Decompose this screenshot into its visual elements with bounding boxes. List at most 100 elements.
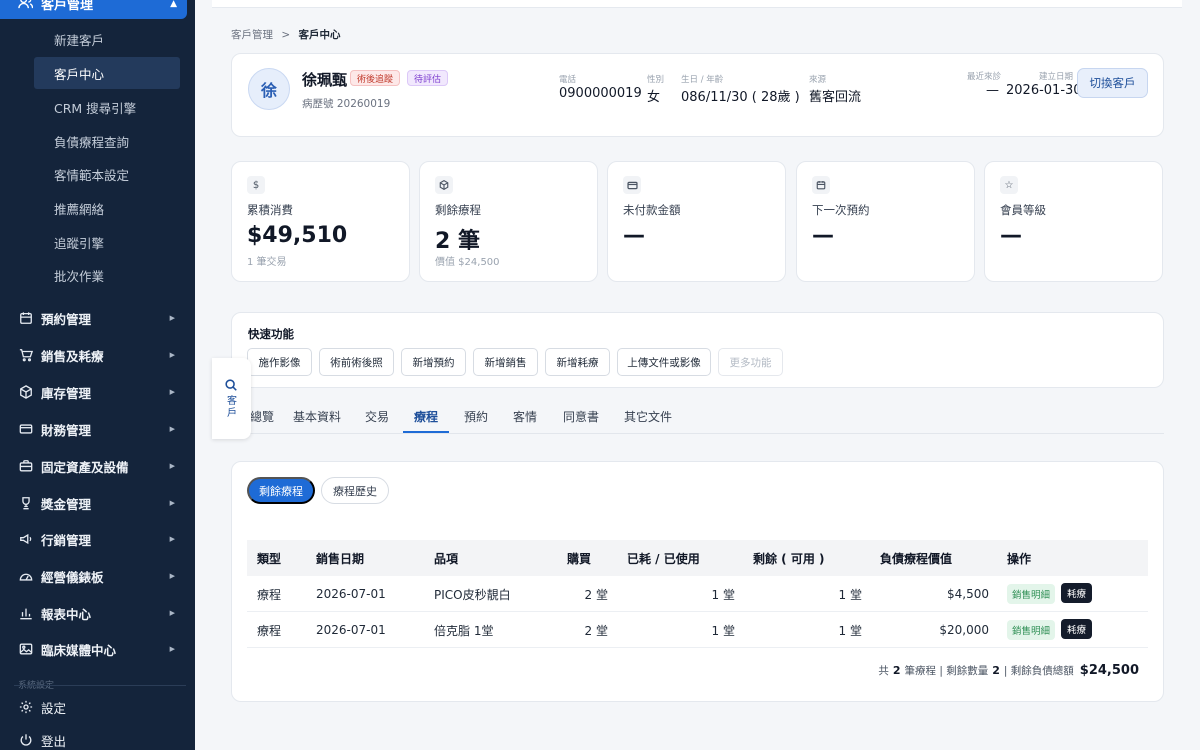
quick-functions-card: 快速功能 施作影像 術前術後照 新增預約 新增銷售 新增耗療 上傳文件或影像 更… (231, 312, 1164, 388)
cell-used: 1 堂 (711, 587, 735, 602)
image-icon (18, 642, 33, 657)
table-footer-summary: 共 2 筆療程 | 剩餘數量 2 | 剩餘負債總額 $24,500 (878, 663, 1139, 678)
consume-button[interactable]: 耗療 (1061, 583, 1093, 603)
power-icon (18, 733, 33, 748)
column-header: 負債療程價值 (880, 551, 953, 566)
cell-remaining: 1 堂 (838, 587, 862, 602)
tab-treatments[interactable]: 療程 (414, 408, 438, 425)
sidebar-group-label: 獎金管理 (41, 496, 92, 512)
trophy-icon (18, 496, 33, 511)
cell-item: PICO皮秒靚白 (434, 587, 511, 602)
sidebar-item-settings[interactable]: 設定 (0, 692, 195, 722)
bar-chart-icon (18, 606, 33, 621)
stat-label: 下一次預約 (812, 203, 870, 217)
sidebar-group-inventory[interactable]: 庫存管理 ▶ (0, 377, 195, 407)
breadcrumb-current: 客戶中心 (298, 29, 341, 41)
tab-basic-info[interactable]: 基本資料 (293, 408, 341, 425)
sidebar-group-customer[interactable]: 客戶管理 ▲ (0, 0, 187, 19)
sidebar-group-appointments[interactable]: 預約管理 ▶ (0, 303, 195, 333)
chevron-right-icon: ▶ (169, 499, 175, 507)
sidebar-item-label: 登出 (41, 733, 67, 749)
sidebar-group-label: 行銷管理 (41, 532, 92, 548)
tab-appointments[interactable]: 預約 (464, 408, 488, 425)
tab-bar: 總覽 基本資料 交易 療程 預約 客情 同意書 其它文件 (232, 400, 1164, 434)
sidebar-item-debt-query[interactable]: 負債療程查詢 (34, 125, 180, 157)
sidebar-group-dashboard[interactable]: 經營儀錶板 ▶ (0, 561, 195, 591)
subtab-remaining[interactable]: 剩餘療程 (247, 477, 315, 504)
sidebar-group-bonus[interactable]: 獎金管理 ▶ (0, 488, 195, 518)
consume-button[interactable]: 耗療 (1061, 619, 1093, 639)
stat-value: $49,510 (247, 223, 348, 248)
sidebar-item-customer-center[interactable]: 客戶中心 (34, 57, 180, 89)
quick-functions-title: 快速功能 (248, 327, 294, 341)
cell-value: $20,000 (939, 623, 989, 637)
sidebar-group-label: 預約管理 (41, 311, 92, 327)
footer-count: 2 (892, 664, 901, 677)
sidebar-group-label: 庫存管理 (41, 385, 92, 401)
treatments-card: 剩餘療程 療程歷史 類型 銷售日期 品項 購買 已耗 / 已使用 剩餘 ( 可用… (231, 461, 1164, 702)
tab-customer-relations[interactable]: 客情 (513, 408, 537, 425)
tab-overview[interactable]: 總覽 (250, 408, 274, 425)
sidebar-group-marketing[interactable]: 行銷管理 ▶ (0, 524, 195, 554)
cart-icon (18, 348, 33, 363)
cell-date: 2026-07-01 (316, 587, 386, 601)
sidebar-item-logout[interactable]: 登出 (0, 725, 195, 750)
sidebar-item-referral-network[interactable]: 推薦網絡 (34, 192, 180, 224)
chevron-right-icon: ▶ (169, 425, 175, 433)
tab-consent[interactable]: 同意書 (563, 408, 599, 425)
cell-type: 療程 (257, 623, 282, 638)
subtab-history[interactable]: 療程歷史 (321, 477, 389, 504)
sidebar-group-label: 客戶管理 (41, 0, 94, 13)
sidebar-item-batch-jobs[interactable]: 批次作業 (34, 259, 180, 291)
sidebar-group-reports[interactable]: 報表中心 ▶ (0, 598, 195, 628)
sidebar-item-crm-search[interactable]: CRM 搜尋引擎 (34, 91, 180, 123)
new-consumption-button[interactable]: 新增耗療 (545, 348, 610, 376)
gender-value: 女 (647, 90, 661, 105)
column-header: 類型 (257, 551, 282, 566)
column-header: 剩餘 ( 可用 ) (753, 551, 825, 566)
source-value: 舊客回流 (809, 90, 862, 105)
sales-detail-button[interactable]: 銷售明細 (1007, 584, 1056, 604)
column-header: 操作 (1007, 551, 1032, 566)
upload-document-button[interactable]: 上傳文件或影像 (617, 348, 711, 376)
sidebar-item-template-settings[interactable]: 客情範本設定 (34, 158, 180, 190)
chevron-right-icon: ▶ (169, 645, 175, 653)
sidebar-item-new-customer[interactable]: 新建客戶 (34, 23, 180, 55)
new-appointment-button[interactable]: 新增預約 (401, 348, 466, 376)
calendar-icon (812, 176, 830, 194)
gear-icon (18, 700, 33, 715)
tab-transactions[interactable]: 交易 (365, 408, 389, 425)
tab-other-documents[interactable]: 其它文件 (624, 408, 672, 425)
stat-sub: 1 筆交易 (247, 257, 287, 268)
breadcrumb: 客戶管理 > 客戶中心 (231, 27, 341, 42)
customer-search-floater[interactable]: 客戶 (212, 358, 251, 439)
switch-customer-button[interactable]: 切換客戶 (1077, 68, 1148, 98)
status-badge-followup: 術後追蹤 (350, 70, 401, 86)
sidebar-group-label: 銷售及耗療 (41, 348, 104, 364)
sales-detail-button[interactable]: 銷售明細 (1007, 620, 1056, 640)
sidebar-group-media[interactable]: 臨床媒體中心 ▶ (0, 634, 195, 664)
new-sale-button[interactable]: 新增銷售 (473, 348, 538, 376)
last-visit-label: 最近來診 (967, 72, 1002, 82)
chevron-right-icon: ▶ (169, 388, 175, 396)
avatar: 徐 (248, 68, 290, 110)
breadcrumb-parent[interactable]: 客戶管理 (231, 29, 273, 41)
calendar-icon (18, 311, 33, 326)
stat-value: — (623, 223, 645, 248)
phone-value: 0900000019 (559, 86, 642, 101)
table-row: 療程 2026-07-01 倍克脂 1堂 2 堂 1 堂 1 堂 $20,000… (247, 612, 1148, 648)
dollar-icon: $ (247, 176, 265, 194)
table-header: 類型 銷售日期 品項 購買 已耗 / 已使用 剩餘 ( 可用 ) 負債療程價值 … (247, 540, 1148, 576)
stat-card-total-spend: $ 累積消費 $49,510 1 筆交易 (231, 161, 410, 282)
sidebar-group-sales[interactable]: 銷售及耗療 ▶ (0, 340, 195, 370)
breadcrumb-separator: > (281, 29, 291, 41)
sidebar-group-finance[interactable]: 財務管理 ▶ (0, 414, 195, 444)
briefcase-icon (18, 459, 33, 474)
before-after-photos-button[interactable]: 術前術後照 (319, 348, 394, 376)
patient-name: 徐珮甄 (302, 71, 348, 89)
cell-remaining: 1 堂 (838, 623, 862, 638)
search-icon (224, 378, 238, 395)
treatment-images-button[interactable]: 施作影像 (247, 348, 312, 376)
sidebar-item-tracking-engine[interactable]: 追蹤引擎 (34, 226, 180, 258)
sidebar-group-assets[interactable]: 固定資產及設備 ▶ (0, 451, 195, 481)
